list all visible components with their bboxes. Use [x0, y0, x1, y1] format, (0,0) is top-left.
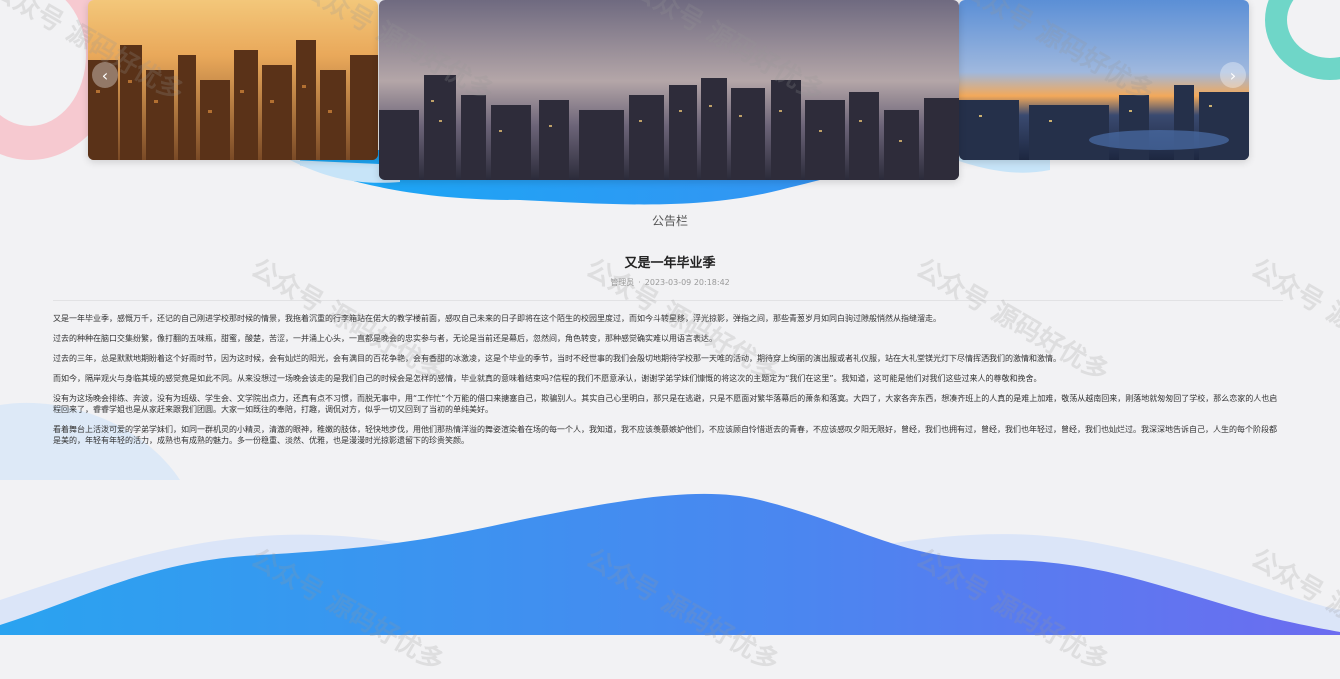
carousel-slide-active[interactable]: [379, 0, 959, 180]
article-paragraph: 过去的三年，总是默默地期盼着这个好雨时节，因为这时候，会有灿烂的阳光，会有满目的…: [53, 354, 1061, 363]
carousel-slide-right[interactable]: [959, 0, 1249, 160]
carousel-next-button[interactable]: ›: [1220, 62, 1246, 88]
article-paragraph: 没有为这场晚会排练、奔波，没有为班级、学生会、文学院出点力，还真有点不习惯，而脱…: [53, 394, 1278, 414]
article-author: 管理员: [610, 278, 635, 287]
city-sunset-image: [88, 0, 378, 160]
carousel-prev-button[interactable]: ‹: [92, 62, 118, 88]
article-body: 又是一年毕业季，感慨万千，还记的自己刚进学校那时候的情景，我拖着沉重的行李箱站在…: [53, 313, 1283, 455]
article-date: 2023-03-09 20:18:42: [644, 278, 730, 287]
article-paragraph: 而如今，隔岸观火与身临其境的感觉竟是如此不同。从来没想过一场晚会该走的是我们自己…: [53, 374, 1042, 383]
article-divider: [53, 300, 1283, 301]
article-meta: 管理员 · 2023-03-09 20:18:42: [0, 277, 1340, 288]
article-paragraph: 看着舞台上活泼可爱的学弟学妹们，如同一群机灵的小精灵，清澈的眼神，稚嫩的肢体，轻…: [53, 425, 1277, 445]
city-twilight-image: [959, 0, 1249, 160]
article-paragraph: 过去的种种在脑口交集纷繁，像打翻的五味瓶，甜蜜，酸楚，苦涩，一并涌上心头，一直都…: [53, 334, 717, 343]
article-paragraph: 又是一年毕业季，感慨万千，还记的自己刚进学校那时候的情景，我拖着沉重的行李箱站在…: [53, 314, 941, 323]
city-dusk-skyline-image: [379, 0, 959, 180]
carousel-slide-left[interactable]: [88, 0, 378, 160]
meta-separator: ·: [638, 278, 641, 287]
notice-board-label: 公告栏: [651, 214, 688, 228]
image-carousel[interactable]: ‹ ›: [0, 0, 1340, 210]
article-title[interactable]: 又是一年毕业季: [0, 252, 1340, 271]
